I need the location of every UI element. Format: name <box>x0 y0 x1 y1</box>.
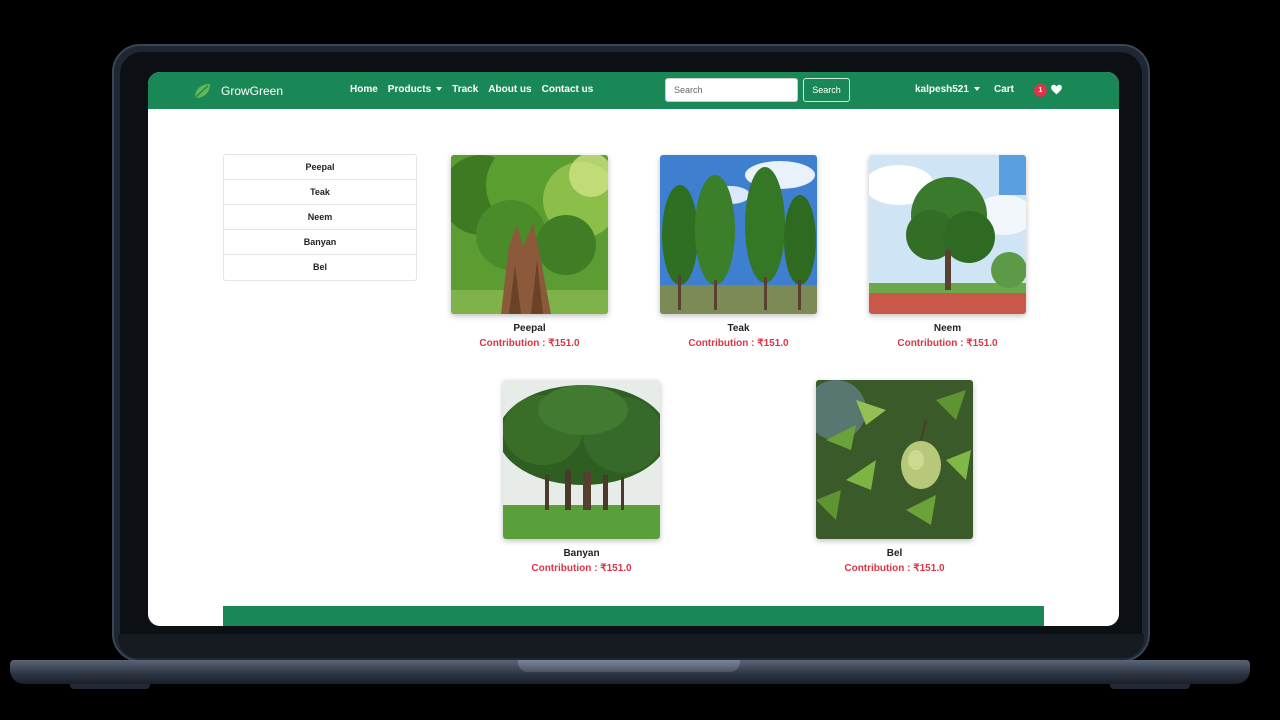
nav-home[interactable]: Home <box>350 84 378 95</box>
navbar: GrowGreen Home Products Track About us C… <box>148 72 1119 109</box>
sidebar-item-banyan[interactable]: Banyan <box>224 230 416 255</box>
product-name: Peepal <box>513 323 546 334</box>
search-button[interactable]: Search <box>803 78 850 102</box>
cart-count-badge: 1 <box>1034 84 1047 97</box>
chevron-down-icon <box>436 87 443 92</box>
leaf-icon <box>194 84 210 99</box>
product-name: Neem <box>933 323 962 334</box>
category-sidebar: Peepal Teak Neem Banyan Bel <box>223 154 417 281</box>
sidebar-item-bel[interactable]: Bel <box>224 255 416 280</box>
nav-products-label: Products <box>387 84 432 95</box>
laptop-notch <box>518 660 740 672</box>
brand-name: GrowGreen <box>221 84 284 98</box>
nav-contact[interactable]: Contact us <box>542 84 594 95</box>
product-name: Banyan <box>563 548 600 559</box>
search-input[interactable] <box>665 78 798 102</box>
user-menu[interactable]: kalpesh521 <box>915 84 980 95</box>
username: kalpesh521 <box>915 84 969 95</box>
footer <box>223 606 1044 626</box>
brand[interactable]: GrowGreen <box>192 81 283 101</box>
product-price: Contribution : ₹151.0 <box>531 563 632 574</box>
product-card: Teak Contribution : ₹151.0 <box>660 155 817 349</box>
product-card: Banyan Contribution : ₹151.0 <box>503 380 660 574</box>
heart-icon[interactable] <box>1050 83 1063 96</box>
browser-screen: GrowGreen Home Products Track About us C… <box>148 72 1119 626</box>
product-price: Contribution : ₹151.0 <box>897 338 998 349</box>
product-card: Peepal Contribution : ₹151.0 <box>451 155 608 349</box>
bel-fruit-image[interactable] <box>816 380 973 539</box>
laptop-foot-left <box>70 684 150 689</box>
product-card: Neem Contribution : ₹151.0 <box>869 155 1026 349</box>
product-name: Teak <box>727 323 750 334</box>
cart-link[interactable]: Cart <box>994 84 1014 95</box>
peepal-tree-image[interactable] <box>451 155 608 314</box>
product-card: Bel Contribution : ₹151.0 <box>816 380 973 574</box>
nav-track[interactable]: Track <box>452 84 478 95</box>
product-name: Bel <box>886 548 903 559</box>
neem-tree-image[interactable] <box>869 155 1026 314</box>
sidebar-item-peepal[interactable]: Peepal <box>224 155 416 180</box>
laptop-chin <box>118 634 1144 658</box>
product-price: Contribution : ₹151.0 <box>844 563 945 574</box>
nav-about[interactable]: About us <box>488 84 531 95</box>
banyan-tree-image[interactable] <box>503 380 660 539</box>
sidebar-item-neem[interactable]: Neem <box>224 205 416 230</box>
nav-links: Home Products Track About us Contact us <box>350 84 593 95</box>
product-price: Contribution : ₹151.0 <box>479 338 580 349</box>
product-price: Contribution : ₹151.0 <box>688 338 789 349</box>
nav-products[interactable]: Products <box>387 84 443 95</box>
sidebar-item-teak[interactable]: Teak <box>224 180 416 205</box>
laptop-foot-right <box>1110 684 1190 689</box>
chevron-down-icon <box>973 87 980 92</box>
teak-tree-image[interactable] <box>660 155 817 314</box>
